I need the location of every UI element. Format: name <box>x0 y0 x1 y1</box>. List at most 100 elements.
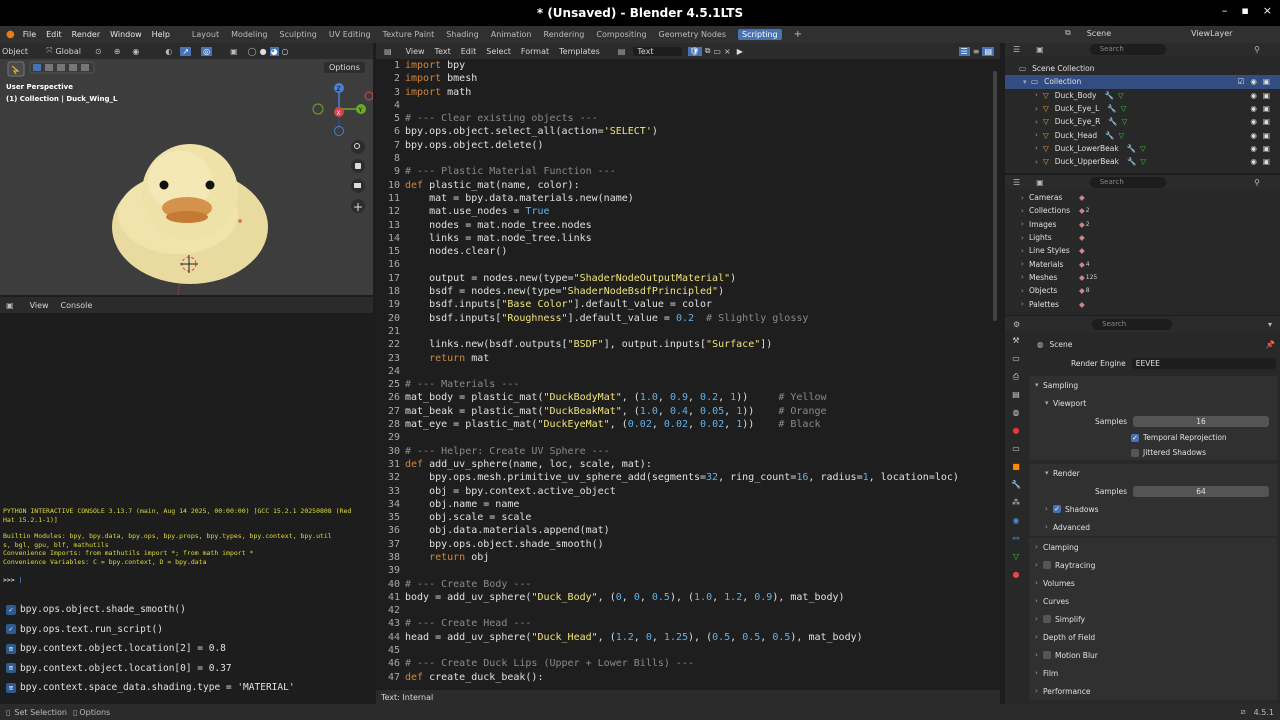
jittered-shadows-checkbox[interactable]: Jittered Shadows <box>1029 445 1277 460</box>
file-view-editor-type-icon[interactable]: ☰ <box>1013 178 1020 187</box>
render-camera-icon[interactable]: ▣ <box>1263 131 1270 140</box>
history-item[interactable]: ✓ bpy.ops.text.run_script() <box>0 620 373 640</box>
code-line[interactable]: def add_uv_sphere(name, loc, scale, mat)… <box>405 458 995 471</box>
properties-section[interactable]: › Performance <box>1029 682 1277 700</box>
code-line[interactable]: # --- Create Duck Lips (Upper + Lower Bi… <box>405 657 995 670</box>
modifier-tab-icon[interactable]: 🔧 <box>1007 480 1025 498</box>
code-line[interactable]: # --- Clear existing objects --- <box>405 112 995 125</box>
physics-tab-icon[interactable]: ◉ <box>1007 516 1025 534</box>
orientation-dropdown[interactable]: Global <box>55 47 81 56</box>
code-line[interactable]: # --- Helper: Create UV Sphere --- <box>405 445 995 458</box>
word-wrap-toggle-icon[interactable]: ≡ <box>973 47 980 56</box>
tab-texture-paint[interactable]: Texture Paint <box>383 30 435 39</box>
shadows-checkbox-icon[interactable]: ✓ <box>1053 505 1061 513</box>
datablock-category[interactable]: › Collections ◆ 2 <box>1005 204 1280 217</box>
code-line[interactable]: # --- Create Head --- <box>405 617 995 630</box>
tab-scripting[interactable]: Scripting <box>738 29 782 40</box>
editor-scrollbar[interactable] <box>993 71 997 321</box>
text-menu-text[interactable]: Text <box>435 47 451 56</box>
tab-shading[interactable]: Shading <box>446 30 479 39</box>
filter-icon[interactable]: ⚲ <box>1254 45 1260 54</box>
code-line[interactable] <box>405 325 995 338</box>
run-script-icon[interactable]: ▶ <box>737 47 743 56</box>
tab-modeling[interactable]: Modeling <box>231 30 267 39</box>
code-line[interactable] <box>405 431 995 444</box>
open-text-icon[interactable]: ▭ <box>713 47 721 56</box>
menu-file[interactable]: File <box>23 30 36 39</box>
unlink-text-icon[interactable]: × <box>724 47 731 56</box>
properties-section[interactable]: › Film <box>1029 664 1277 682</box>
render-camera-icon[interactable]: ▣ <box>1263 77 1270 86</box>
code-line[interactable]: mat.use_nodes = True <box>405 205 995 218</box>
pan-hand-icon[interactable] <box>351 159 365 173</box>
console-prompt[interactable]: >>> <box>3 576 19 584</box>
shadows-subpanel-header[interactable]: › ✓ Shadows <box>1029 500 1277 518</box>
sampling-panel-header[interactable]: ▾ Sampling <box>1029 376 1277 394</box>
text-datablock-name[interactable]: Text <box>633 46 682 56</box>
visibility-icon[interactable]: ◐ <box>165 47 172 56</box>
outliner-scene-collection[interactable]: ▭ Scene Collection <box>1005 62 1280 75</box>
console-editor-type-icon[interactable]: ▣ <box>6 301 14 310</box>
python-console[interactable]: PYTHON INTERACTIVE CONSOLE 3.13.7 (main,… <box>0 313 373 593</box>
tab-geometry-nodes[interactable]: Geometry Nodes <box>659 30 726 39</box>
outliner-object[interactable]: › ▽ Duck_Eye_L 🔧 ▽ ◉ ▣ <box>1005 102 1280 115</box>
view-layer-tab-icon[interactable]: ▤ <box>1007 390 1025 408</box>
tab-uv-editing[interactable]: UV Editing <box>329 30 371 39</box>
code-line[interactable]: obj.data.materials.append(mat) <box>405 524 995 537</box>
advanced-subpanel-header[interactable]: › Advanced <box>1029 518 1277 536</box>
render-samples-field[interactable]: 64 <box>1133 485 1270 497</box>
viewport-samples-field[interactable]: 16 <box>1133 415 1270 427</box>
tool-tab-icon[interactable]: ⚒ <box>1007 336 1025 354</box>
code-line[interactable]: mat = bpy.data.materials.new(name) <box>405 192 995 205</box>
code-line[interactable]: # --- Create Body --- <box>405 578 995 591</box>
display-mode-icon[interactable]: ▣ <box>1036 45 1044 54</box>
add-workspace-icon[interactable]: + <box>794 29 802 40</box>
output-tab-icon[interactable]: ⎙ <box>1007 372 1025 390</box>
outliner-object[interactable]: › ▽ Duck_LowerBeak 🔧 ▽ ◉ ▣ <box>1005 142 1280 155</box>
world-tab-icon[interactable]: ● <box>1007 426 1025 444</box>
datablock-category[interactable]: › Images ◆ 2 <box>1005 218 1280 231</box>
code-line[interactable] <box>405 152 995 165</box>
visibility-eye-icon[interactable]: ◉ <box>1250 144 1257 153</box>
mode-dropdown[interactable]: Object <box>2 47 28 56</box>
code-line[interactable]: return mat <box>405 352 995 365</box>
code-line[interactable]: body = add_uv_sphere("Duck_Body", (0, 0,… <box>405 591 995 604</box>
scene-tab-icon[interactable]: ◍ <box>1007 408 1025 426</box>
properties-section[interactable]: › Clamping <box>1029 538 1277 556</box>
gizmo-toggle-icon[interactable]: ↗ <box>180 46 192 56</box>
properties-section[interactable]: › Simplify <box>1029 610 1277 628</box>
snap-icon[interactable]: ⊕ <box>114 47 121 56</box>
render-camera-icon[interactable]: ▣ <box>1263 91 1270 100</box>
file-view-search[interactable]: Search <box>1089 176 1166 188</box>
code-line[interactable]: bpy.ops.mesh.primitive_uv_sphere_add(seg… <box>405 471 995 484</box>
render-subpanel-header[interactable]: ▾ Render <box>1029 464 1277 482</box>
outliner-object[interactable]: › ▽ Duck_Head 🔧 ▽ ◉ ▣ <box>1005 128 1280 141</box>
properties-section[interactable]: › Raytracing <box>1029 556 1277 574</box>
code-line[interactable]: output = nodes.new(type="ShaderNodeOutpu… <box>405 272 995 285</box>
render-camera-icon[interactable]: ▣ <box>1263 104 1270 113</box>
scene-selector-icon[interactable]: ⧉ <box>1065 28 1071 38</box>
file-filter-icon[interactable]: ⚲ <box>1254 178 1260 187</box>
code-line[interactable]: # --- Materials --- <box>405 378 995 391</box>
render-camera-icon[interactable]: ▣ <box>1263 144 1270 153</box>
tab-sculpting[interactable]: Sculpting <box>280 30 317 39</box>
console-menu-console[interactable]: Console <box>61 301 93 310</box>
pivot-icon[interactable]: ⊙ <box>95 47 102 56</box>
visibility-eye-icon[interactable]: ◉ <box>1250 157 1257 166</box>
properties-search[interactable]: Search <box>1092 318 1173 330</box>
code-line[interactable]: mat_eye = plastic_mat("DuckEyeMat", (0.0… <box>405 418 995 431</box>
minimize-button[interactable]: – <box>1222 4 1228 17</box>
code-line[interactable]: links.new(bsdf.outputs["BSDF"], output.i… <box>405 338 995 351</box>
menu-window[interactable]: Window <box>110 30 142 39</box>
history-item[interactable]: ≡ bpy.context.space_data.shading.type = '… <box>0 678 373 698</box>
tab-animation[interactable]: Animation <box>491 30 532 39</box>
text-menu-templates[interactable]: Templates <box>559 47 600 56</box>
code-editor[interactable]: 1 2 3 4 5 6 7 8 9 10 11 12 13 14 15 16 17 18 19 20 21 22 23 24 2… <box>376 59 1000 688</box>
code-line[interactable] <box>405 365 995 378</box>
xray-icon[interactable]: ▣ <box>230 47 238 56</box>
history-item[interactable]: ✓ bpy.ops.object.shade_smooth() <box>0 600 373 620</box>
code-line[interactable]: def plastic_mat(name, color): <box>405 179 995 192</box>
code-line[interactable]: bsdf.inputs["Base Color"].default_value … <box>405 298 995 311</box>
datablock-category[interactable]: › Line Styles ◆ <box>1005 244 1280 257</box>
text-menu-select[interactable]: Select <box>486 47 511 56</box>
